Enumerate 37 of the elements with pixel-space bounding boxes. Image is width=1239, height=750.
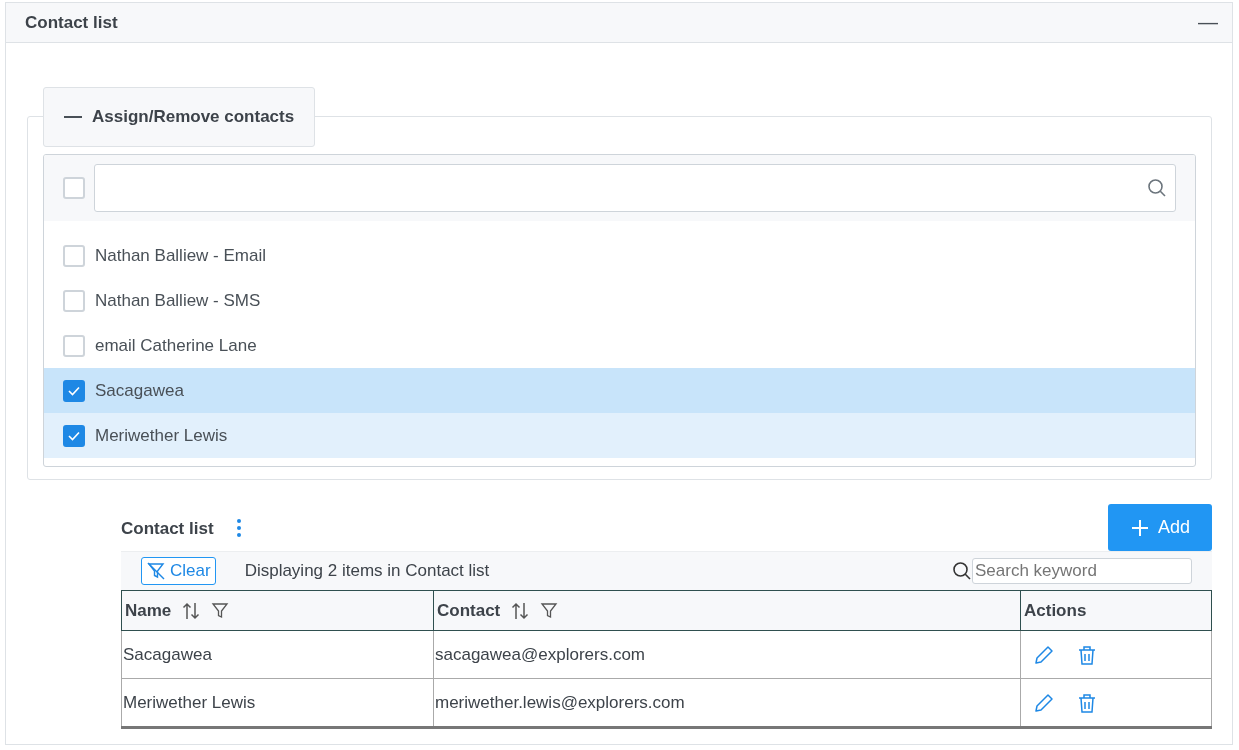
- grid-title: Contact list: [121, 519, 214, 539]
- name-cell: Sacagawea: [121, 630, 434, 679]
- item-checkbox[interactable]: [63, 379, 85, 402]
- contact-cell: sacagawea@explorers.com: [433, 630, 1021, 679]
- delete-icon[interactable]: [1077, 643, 1097, 666]
- item-count-text: Displaying 2 items in Contact list: [244, 561, 490, 581]
- plus-icon: [1130, 517, 1150, 538]
- contact-list-item[interactable]: Nathan Balliew - SMS: [44, 278, 1195, 323]
- filter-icon[interactable]: [211, 601, 230, 620]
- contact-list-item[interactable]: Meriwether Lewis: [44, 413, 1195, 458]
- minus-icon: [64, 115, 82, 119]
- collapse-button[interactable]: —: [1194, 11, 1222, 34]
- filter-icon[interactable]: [540, 601, 559, 620]
- item-checkbox[interactable]: [63, 424, 85, 447]
- column-header[interactable]: Actions: [1020, 590, 1212, 631]
- clear-filter-button[interactable]: Clear: [141, 557, 216, 585]
- contact-list-item[interactable]: Sacagawea: [44, 368, 1195, 413]
- contact-list-item[interactable]: email Catherine Lane: [44, 323, 1195, 368]
- contact-cell: meriwether.lewis@explorers.com: [433, 678, 1021, 728]
- panel-title: Contact list: [25, 12, 118, 33]
- listbox-search-field[interactable]: [94, 164, 1176, 212]
- sort-icon[interactable]: [181, 600, 202, 621]
- edit-icon[interactable]: [1033, 691, 1055, 714]
- delete-icon[interactable]: [1077, 691, 1097, 714]
- contact-list-item[interactable]: Nathan Balliew - Email: [44, 233, 1195, 278]
- name-cell: Meriwether Lewis: [121, 678, 434, 728]
- sort-icon[interactable]: [510, 600, 531, 621]
- select-all-checkbox[interactable]: [63, 177, 85, 199]
- search-icon: [952, 561, 972, 581]
- edit-icon[interactable]: [1033, 643, 1055, 666]
- column-header[interactable]: Contact: [433, 590, 1021, 631]
- keyword-search-field[interactable]: Search keyword: [972, 558, 1192, 584]
- more-options-icon[interactable]: [235, 517, 242, 538]
- assign-toggle-button[interactable]: Assign/Remove contacts: [43, 87, 316, 147]
- search-icon: [1147, 178, 1167, 198]
- filter-off-icon: [146, 561, 166, 581]
- column-header[interactable]: Name: [121, 590, 434, 631]
